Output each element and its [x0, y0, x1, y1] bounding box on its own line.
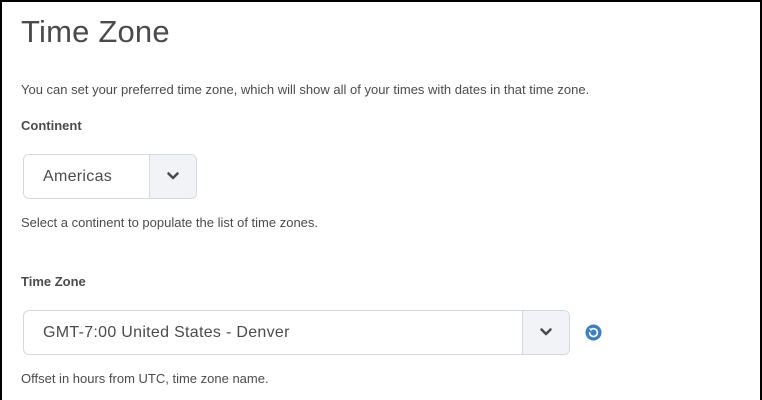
reset-timezone-icon[interactable] — [585, 324, 602, 341]
chevron-down-icon — [167, 172, 179, 180]
timezone-select-value: GMT-7:00 United States - Denver — [43, 324, 290, 341]
continent-select-arrow[interactable] — [149, 155, 196, 198]
continent-help-text: Select a continent to populate the list … — [21, 215, 319, 230]
time-zone-panel: Time Zone You can set your preferred tim… — [0, 0, 762, 400]
continent-label: Continent — [21, 118, 82, 133]
timezone-select[interactable]: GMT-7:00 United States - Denver — [23, 310, 570, 355]
timezone-label: Time Zone — [21, 274, 86, 289]
timezone-select-arrow[interactable] — [522, 311, 569, 354]
continent-select[interactable]: Americas — [23, 154, 197, 199]
timezone-help-text: Offset in hours from UTC, time zone name… — [21, 371, 269, 386]
continent-select-value: Americas — [43, 168, 113, 185]
page-description: You can set your preferred time zone, wh… — [21, 82, 590, 97]
chevron-down-icon — [540, 328, 552, 336]
page-title: Time Zone — [21, 14, 170, 49]
